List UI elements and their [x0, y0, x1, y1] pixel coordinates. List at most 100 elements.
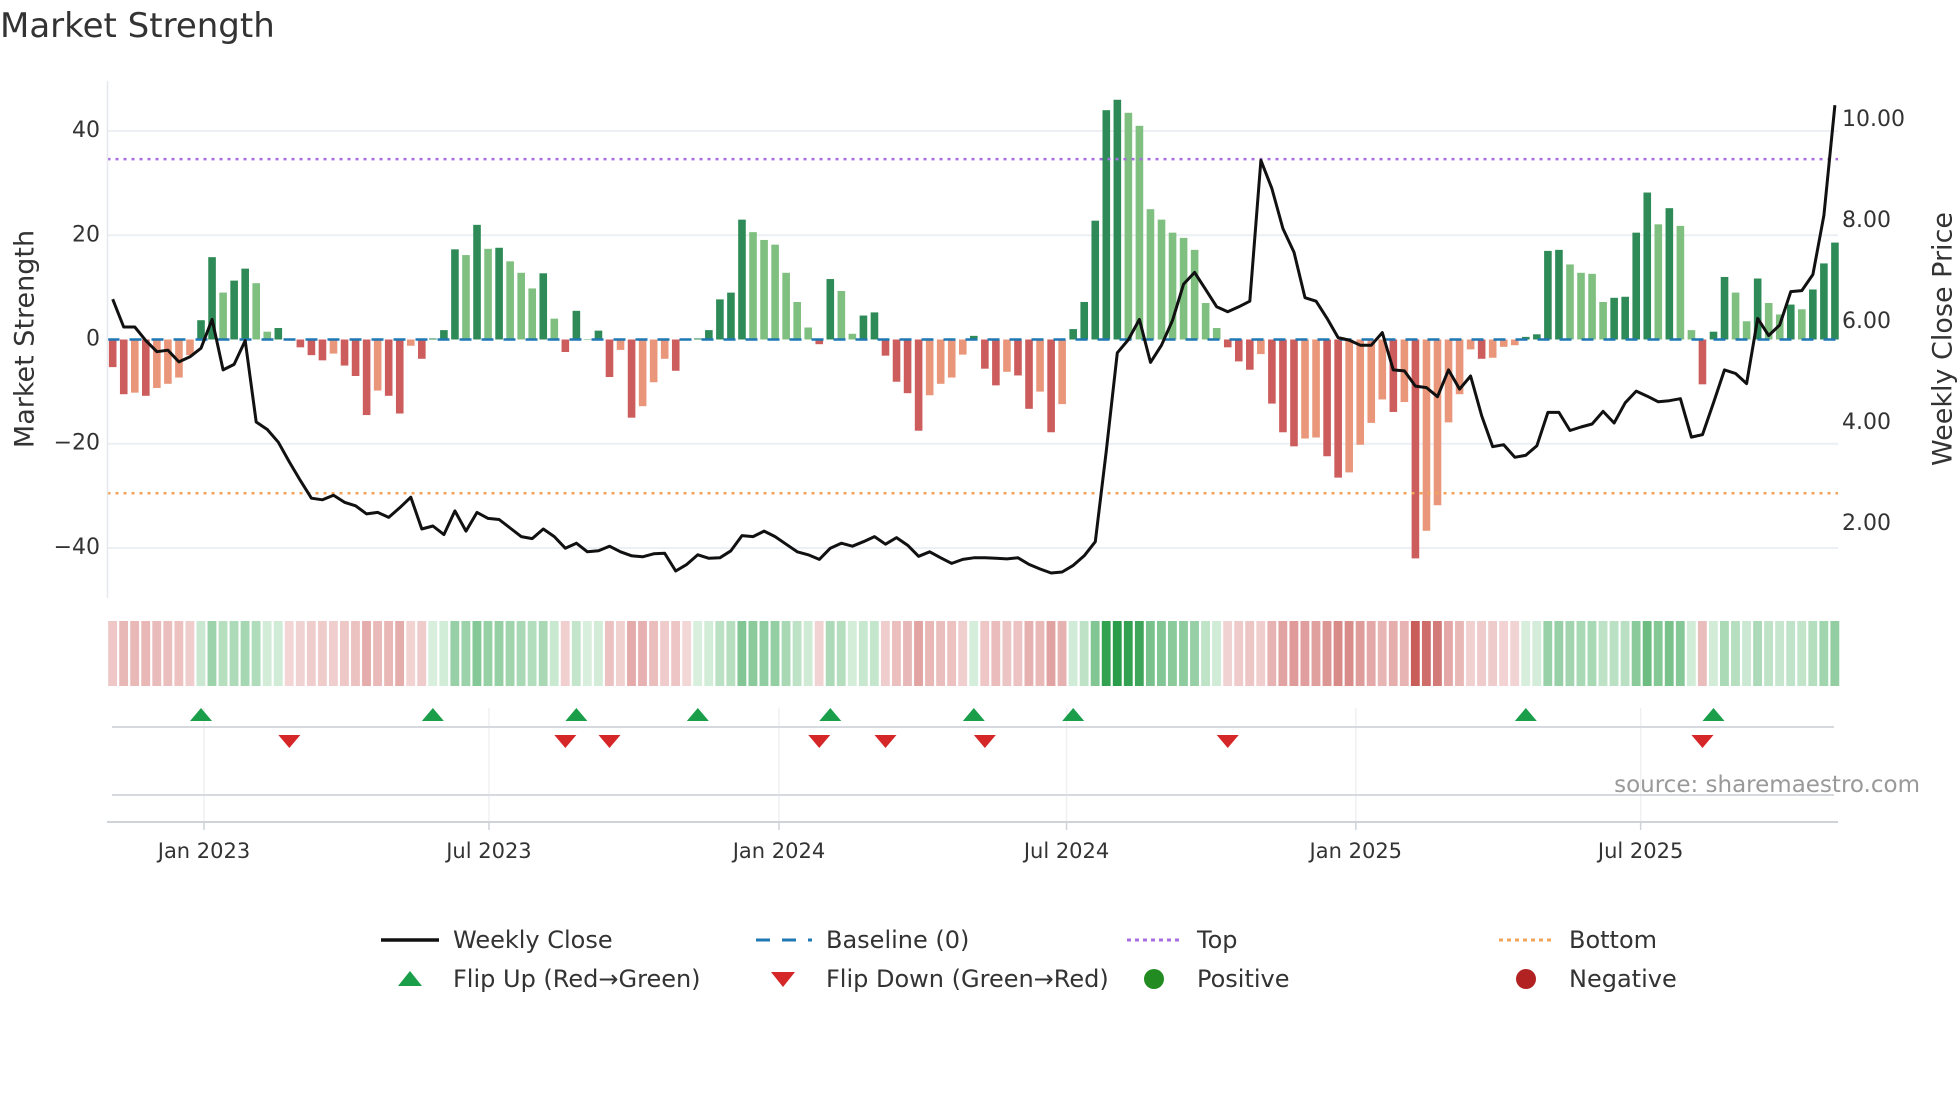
legend-item-weekly-close[interactable]: Weekly Close	[381, 925, 613, 955]
flip-up-marker	[565, 708, 588, 721]
legend-item-bottom[interactable]: Bottom	[1497, 925, 1657, 955]
heat-strip-cell	[1179, 621, 1188, 686]
legend-item-top[interactable]: Top	[1125, 925, 1238, 955]
strength-bar	[274, 328, 283, 340]
heat-strip-cell	[1333, 621, 1343, 686]
strength-bar	[981, 339, 989, 369]
strength-bar	[1014, 339, 1022, 376]
strength-bar	[197, 320, 205, 340]
flip-up-marker	[421, 708, 444, 721]
strength-bar	[1422, 339, 1431, 531]
heat-strip-cell	[1101, 621, 1111, 686]
legend-label: Baseline (0)	[826, 926, 970, 954]
heat-strip-cell	[538, 621, 548, 686]
legend-label: Positive	[1197, 965, 1290, 993]
strength-bar	[804, 327, 813, 340]
heat-strip-cell	[947, 621, 957, 686]
heat-strip-cell	[1675, 621, 1685, 686]
strength-bar	[1334, 339, 1342, 478]
strength-bar	[373, 339, 382, 391]
strength-bar	[1113, 99, 1122, 340]
heat-strip-cell	[1344, 621, 1354, 686]
strength-bar	[738, 219, 746, 340]
strength-bar	[186, 339, 194, 356]
strength-bar	[1069, 329, 1077, 340]
legend-item-flip-up[interactable]: Flip Up (Red→Green)	[381, 964, 701, 994]
heat-strip-cell	[693, 621, 703, 686]
heat-strip-cell	[1289, 621, 1299, 686]
strength-bar	[1786, 304, 1795, 340]
strength-bar	[1466, 339, 1475, 350]
strength-bar	[1698, 339, 1707, 385]
strength-bar	[329, 339, 338, 354]
heat-strip-cell	[1090, 621, 1100, 686]
strength-bar	[1720, 276, 1729, 340]
strength-bar	[418, 339, 426, 359]
strength-bar	[1080, 301, 1089, 340]
strength-bar	[671, 339, 680, 371]
heat-strip-cell	[108, 621, 118, 686]
y2-tick-label: 2.00	[1842, 511, 1891, 536]
strength-bar	[1378, 339, 1387, 400]
strength-bar	[892, 339, 901, 382]
heat-strip-cell	[604, 621, 614, 686]
strength-bar	[1091, 220, 1100, 340]
legend-flip-down-icon	[771, 972, 795, 987]
heat-strip-cell	[1267, 621, 1277, 686]
strength-bar	[793, 301, 801, 340]
strength-bar	[649, 339, 658, 383]
heat-strip-cell	[340, 621, 349, 686]
strength-bar	[1212, 328, 1221, 340]
heat-strip-cell	[1278, 621, 1288, 686]
legend-item-negative[interactable]: Negative	[1497, 964, 1677, 994]
strength-bar	[837, 291, 846, 340]
heat-strip-cell	[1410, 621, 1420, 686]
heat-strip-cell	[152, 621, 162, 686]
heat-strip-cell	[814, 621, 824, 686]
legend-item-flip-down[interactable]: Flip Down (Green→Red)	[754, 964, 1109, 994]
heat-strip-cell	[439, 621, 449, 686]
heat-strip-cell	[803, 621, 813, 686]
strength-bar	[1124, 112, 1133, 340]
strength-bar	[1477, 339, 1486, 359]
heat-strip-cell	[1134, 621, 1144, 686]
heat-strip-cell	[660, 621, 670, 686]
strength-bar	[395, 339, 404, 414]
strength-bar	[1610, 297, 1618, 340]
strength-bar	[561, 339, 570, 353]
strength-bar	[1433, 339, 1442, 506]
flip-up-marker	[686, 708, 709, 721]
heat-strip-cell	[571, 621, 581, 686]
heat-strip-cell	[1708, 621, 1718, 686]
flip-down-marker	[554, 735, 577, 748]
strength-bar	[903, 339, 912, 394]
heat-strip-cell	[240, 621, 250, 686]
heat-strip-cell	[1112, 621, 1122, 686]
strength-bar	[992, 339, 1000, 386]
flip-up-marker	[1514, 708, 1537, 721]
heat-strip-cell	[1554, 621, 1564, 686]
legend-item-baseline[interactable]: Baseline (0)	[754, 925, 969, 955]
x-tick-label: Jan 2025	[1308, 839, 1403, 863]
strength-bar	[1742, 321, 1751, 340]
heat-strip-cell	[406, 621, 416, 686]
strength-bar	[230, 280, 238, 340]
strength-bar	[1003, 339, 1011, 372]
strength-bar	[1809, 289, 1817, 340]
heat-strip-cell	[1697, 621, 1707, 686]
heat-strip-cell	[1168, 621, 1177, 686]
heat-strip-cell	[1366, 621, 1376, 686]
heat-strip-cell	[925, 621, 934, 686]
heat-strip-cell	[196, 621, 206, 686]
y2-axis-label: Weekly Close Price	[1928, 212, 1959, 466]
strength-bar	[1632, 232, 1641, 340]
heat-strip-cell	[1786, 621, 1796, 686]
heat-strip-cell	[958, 621, 968, 686]
legend-item-positive[interactable]: Positive	[1125, 964, 1290, 994]
strength-bar	[925, 339, 934, 396]
strength-bar	[1621, 296, 1629, 340]
heat-strip-cell	[1002, 621, 1012, 686]
heat-strip-cell	[1399, 621, 1409, 686]
heat-strip-cell	[384, 621, 394, 686]
legend-label: Negative	[1569, 965, 1677, 993]
